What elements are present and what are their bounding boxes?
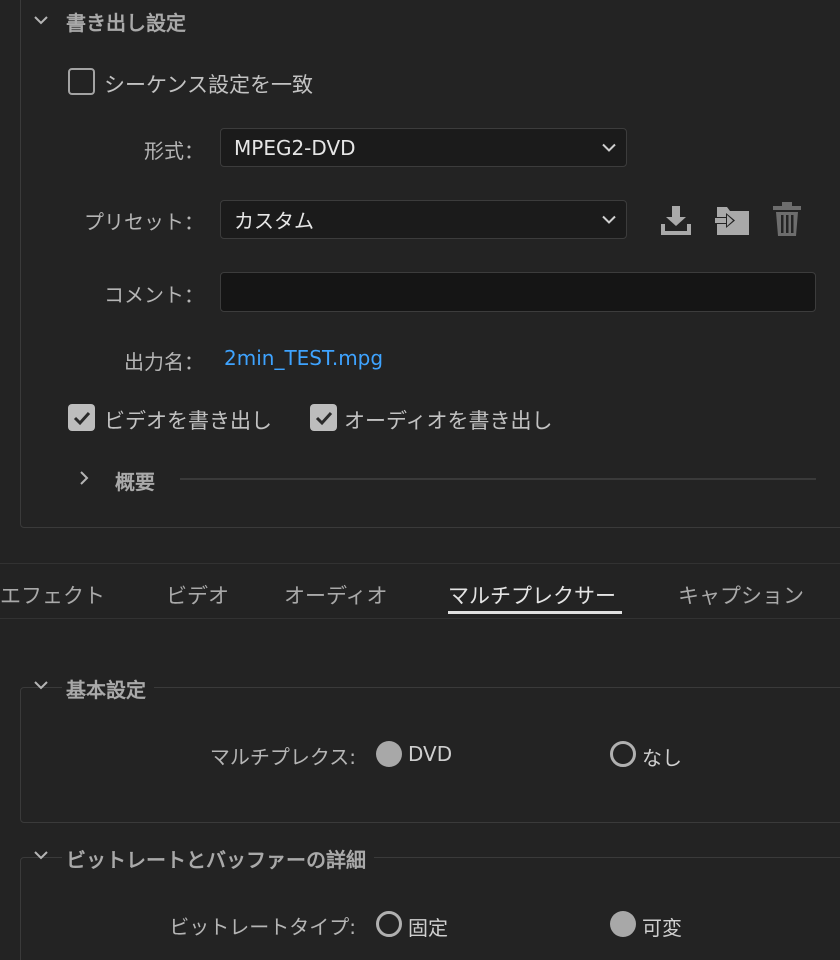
basic-settings-collapse-toggle[interactable] [30,674,52,696]
export-settings-collapse-toggle[interactable] [30,9,52,31]
summary-title: 概要 [115,470,155,494]
summary-divider [180,478,816,480]
bitrate-type-label: ビットレートタイプ: [169,915,356,939]
bitrate-variable-label: 可変 [642,916,682,940]
basic-settings-title: 基本設定 [62,674,154,703]
chevron-down-icon [34,851,48,860]
comment-input[interactable] [220,272,816,312]
multiplex-label: マルチプレクス: [209,745,356,769]
active-tab-underline [448,611,622,614]
match-sequence-checkbox[interactable] [68,68,95,95]
match-sequence-label: シーケンス設定を一致 [104,73,313,97]
format-value: MPEG2-DVD [234,135,356,160]
preset-dropdown[interactable]: カスタム [220,200,627,239]
tab-effects[interactable]: エフェクト [0,580,105,610]
multiplex-dvd-radio[interactable] [376,741,402,767]
chevron-down-icon [602,143,616,152]
comment-label: コメント： [104,283,204,307]
delete-preset-button[interactable] [770,200,804,238]
import-preset-icon [715,207,749,235]
tab-multiplexer[interactable]: マルチプレクサー [448,580,616,610]
save-preset-button[interactable] [658,202,694,238]
multiplex-none-label: なし [642,746,682,770]
bitrate-title: ビットレートとバッファーの詳細 [62,844,374,873]
bitrate-collapse-toggle[interactable] [30,844,52,866]
checkmark-icon [315,411,332,425]
export-video-label: ビデオを書き出し [104,409,272,433]
bitrate-variable-radio[interactable] [610,911,636,937]
chevron-down-icon [34,16,48,25]
save-preset-icon [661,206,691,235]
output-name-label: 出力名： [124,350,204,374]
tab-captions[interactable]: キャプション [678,580,804,610]
tab-bar-top-border [0,563,840,564]
export-settings-title: 書き出し設定 [62,7,194,36]
import-preset-button[interactable] [714,202,752,238]
output-name-link[interactable]: 2min_TEST.mpg [224,346,383,370]
multiplex-dvd-label: DVD [408,742,453,766]
preset-value: カスタム [234,209,314,233]
chevron-down-icon [602,215,616,224]
bitrate-fixed-radio[interactable] [376,911,402,937]
export-audio-label: オーディオを書き出し [344,409,553,433]
multiplex-none-radio[interactable] [610,741,636,767]
tab-video[interactable]: ビデオ [166,580,229,610]
format-label: 形式： [144,139,204,163]
format-dropdown[interactable]: MPEG2-DVD [220,128,627,167]
tab-audio[interactable]: オーディオ [284,580,388,610]
checkmark-icon [73,411,90,425]
preset-label: プリセット： [84,210,204,234]
export-audio-checkbox[interactable] [310,404,337,431]
export-video-checkbox[interactable] [68,404,95,431]
bitrate-fixed-label: 固定 [408,916,448,940]
trash-icon [773,202,801,236]
summary-expand-toggle[interactable] [73,467,95,489]
chevron-down-icon [34,681,48,690]
chevron-right-icon [80,471,89,485]
tab-bar-bottom-border [0,618,840,619]
